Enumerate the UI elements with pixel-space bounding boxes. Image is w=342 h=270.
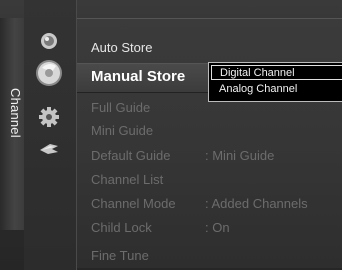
menu-item-label: Fine Tune xyxy=(91,248,149,263)
channel-icon[interactable] xyxy=(34,58,64,88)
menu-divider xyxy=(77,18,342,19)
menu-item-label: Channel Mode xyxy=(91,196,176,211)
menu-item-default-guide[interactable]: Default Guide : Mini Guide xyxy=(91,148,274,163)
channel-side-tab[interactable]: Channel xyxy=(0,18,25,230)
tv-menu-screen: Channel Auto Store Manual Store Full Gui… xyxy=(0,0,342,270)
dropdown-option-digital[interactable]: Digital Channel xyxy=(211,65,342,80)
menu-item-manual-store[interactable]: Manual Store xyxy=(91,68,185,85)
channel-menu-panel: Auto Store Manual Store Full Guide Mini … xyxy=(77,18,342,268)
menu-item-label: Child Lock xyxy=(91,220,152,235)
menu-item-label: Channel List xyxy=(91,172,164,187)
picture-icon[interactable] xyxy=(36,28,62,54)
menu-item-label: Default Guide xyxy=(91,148,171,163)
menu-item-channel-mode[interactable]: Channel Mode : Added Channels xyxy=(91,196,308,211)
menu-item-mini-guide[interactable]: Mini Guide xyxy=(91,123,153,138)
side-tab-label: Channel xyxy=(8,88,23,138)
dropdown-option-analog[interactable]: Analog Channel xyxy=(211,82,342,97)
input-icon[interactable] xyxy=(36,136,62,162)
menu-item-label: Auto Store xyxy=(91,40,153,55)
manual-store-dropdown[interactable]: Digital Channel Analog Channel xyxy=(208,62,342,102)
menu-item-channel-list[interactable]: Channel List xyxy=(91,172,163,187)
menu-item-value: : Mini Guide xyxy=(205,148,275,163)
menu-item-value: : On xyxy=(205,220,230,235)
menu-item-label: Manual Store xyxy=(91,68,186,85)
menu-item-child-lock[interactable]: Child Lock : On xyxy=(91,220,230,235)
menu-item-auto-store[interactable]: Auto Store xyxy=(91,40,152,55)
menu-item-label: Full Guide xyxy=(91,100,151,115)
setup-icon[interactable] xyxy=(36,104,62,130)
menu-item-value: : Added Channels xyxy=(205,196,308,211)
menu-item-label: Mini Guide xyxy=(91,123,154,138)
menu-item-fine-tune[interactable]: Fine Tune xyxy=(91,248,149,263)
menu-icon-column xyxy=(24,0,77,270)
menu-item-full-guide[interactable]: Full Guide xyxy=(91,100,150,115)
